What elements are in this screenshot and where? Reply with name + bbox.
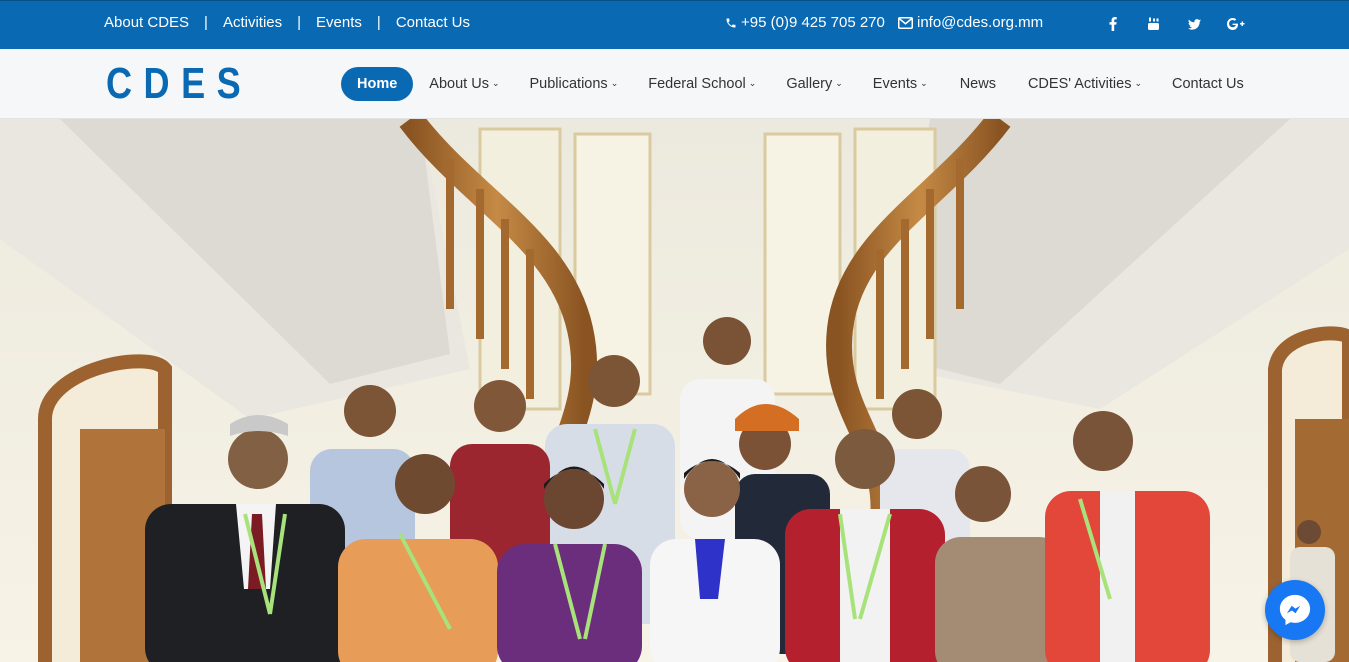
nav-label: Gallery bbox=[786, 76, 833, 92]
hero-group-photo bbox=[0, 119, 1349, 662]
main-navbar: CDES Home About Us ⌄ Publications ⌄ Federa… bbox=[0, 49, 1349, 119]
messenger-chat-button[interactable] bbox=[1265, 580, 1325, 640]
separator: | bbox=[376, 14, 381, 31]
chevron-down-icon: ⌄ bbox=[610, 77, 619, 88]
main-menu: Home About Us ⌄ Publications ⌄ Federal Sch… bbox=[341, 67, 1244, 101]
top-link-events[interactable]: Events bbox=[316, 14, 362, 31]
separator: | bbox=[297, 14, 302, 31]
nav-item-gallery[interactable]: Gallery ⌄ bbox=[786, 67, 842, 101]
chevron-down-icon: ⌄ bbox=[748, 77, 757, 88]
nav-item-federal-school[interactable]: Federal School ⌄ bbox=[648, 67, 756, 101]
nav-item-publications[interactable]: Publications ⌄ bbox=[530, 67, 619, 101]
top-links: About CDES | Activities | Events | Conta… bbox=[104, 14, 470, 31]
nav-item-about-us[interactable]: About Us ⌄ bbox=[429, 67, 499, 101]
hero-image bbox=[0, 119, 1349, 662]
nav-label: Publications bbox=[529, 76, 608, 92]
email-address: info@cdes.org.mm bbox=[917, 14, 1044, 31]
messenger-icon bbox=[1279, 594, 1311, 626]
nav-item-home[interactable]: Home bbox=[341, 67, 414, 101]
nav-label: Contact Us bbox=[1172, 76, 1244, 92]
envelope-icon bbox=[898, 16, 913, 29]
top-bar: About CDES | Activities | Events | Conta… bbox=[0, 0, 1349, 49]
facebook-icon[interactable] bbox=[1092, 16, 1133, 32]
chevron-down-icon: ⌄ bbox=[1134, 77, 1142, 88]
nav-item-events[interactable]: Events ⌄ bbox=[873, 67, 928, 101]
nav-label: Events bbox=[872, 76, 918, 92]
chevron-down-icon: ⌄ bbox=[491, 77, 500, 88]
google-plus-icon[interactable] bbox=[1215, 16, 1256, 32]
youtube-icon[interactable] bbox=[1133, 16, 1174, 32]
nav-item-cdes-activities[interactable]: CDES' Activities ⌄ bbox=[1028, 67, 1142, 101]
nav-label: CDES' Activities bbox=[1027, 76, 1132, 92]
phone-contact[interactable]: +95 (0)9 425 705 270 bbox=[725, 14, 885, 31]
chevron-down-icon: ⌄ bbox=[835, 77, 843, 88]
nav-label: Federal School bbox=[648, 76, 746, 92]
phone-number: +95 (0)9 425 705 270 bbox=[741, 14, 885, 31]
separator: | bbox=[204, 14, 208, 31]
chevron-down-icon: ⌄ bbox=[920, 77, 928, 88]
nav-label: Home bbox=[357, 76, 398, 92]
nav-item-contact-us[interactable]: Contact Us bbox=[1172, 67, 1244, 101]
top-link-about-cdes[interactable]: About CDES bbox=[104, 14, 189, 31]
phone-icon bbox=[726, 18, 736, 27]
nav-label: About Us bbox=[429, 76, 489, 92]
top-link-contact-us[interactable]: Contact Us bbox=[396, 14, 470, 31]
site-logo[interactable]: CDES bbox=[106, 62, 252, 106]
top-link-activities[interactable]: Activities bbox=[223, 14, 282, 31]
email-contact[interactable]: info@cdes.org.mm bbox=[898, 14, 1043, 31]
social-links bbox=[1092, 16, 1256, 32]
nav-item-news[interactable]: News bbox=[960, 67, 996, 101]
twitter-icon[interactable] bbox=[1174, 16, 1215, 32]
nav-label: News bbox=[959, 76, 996, 92]
